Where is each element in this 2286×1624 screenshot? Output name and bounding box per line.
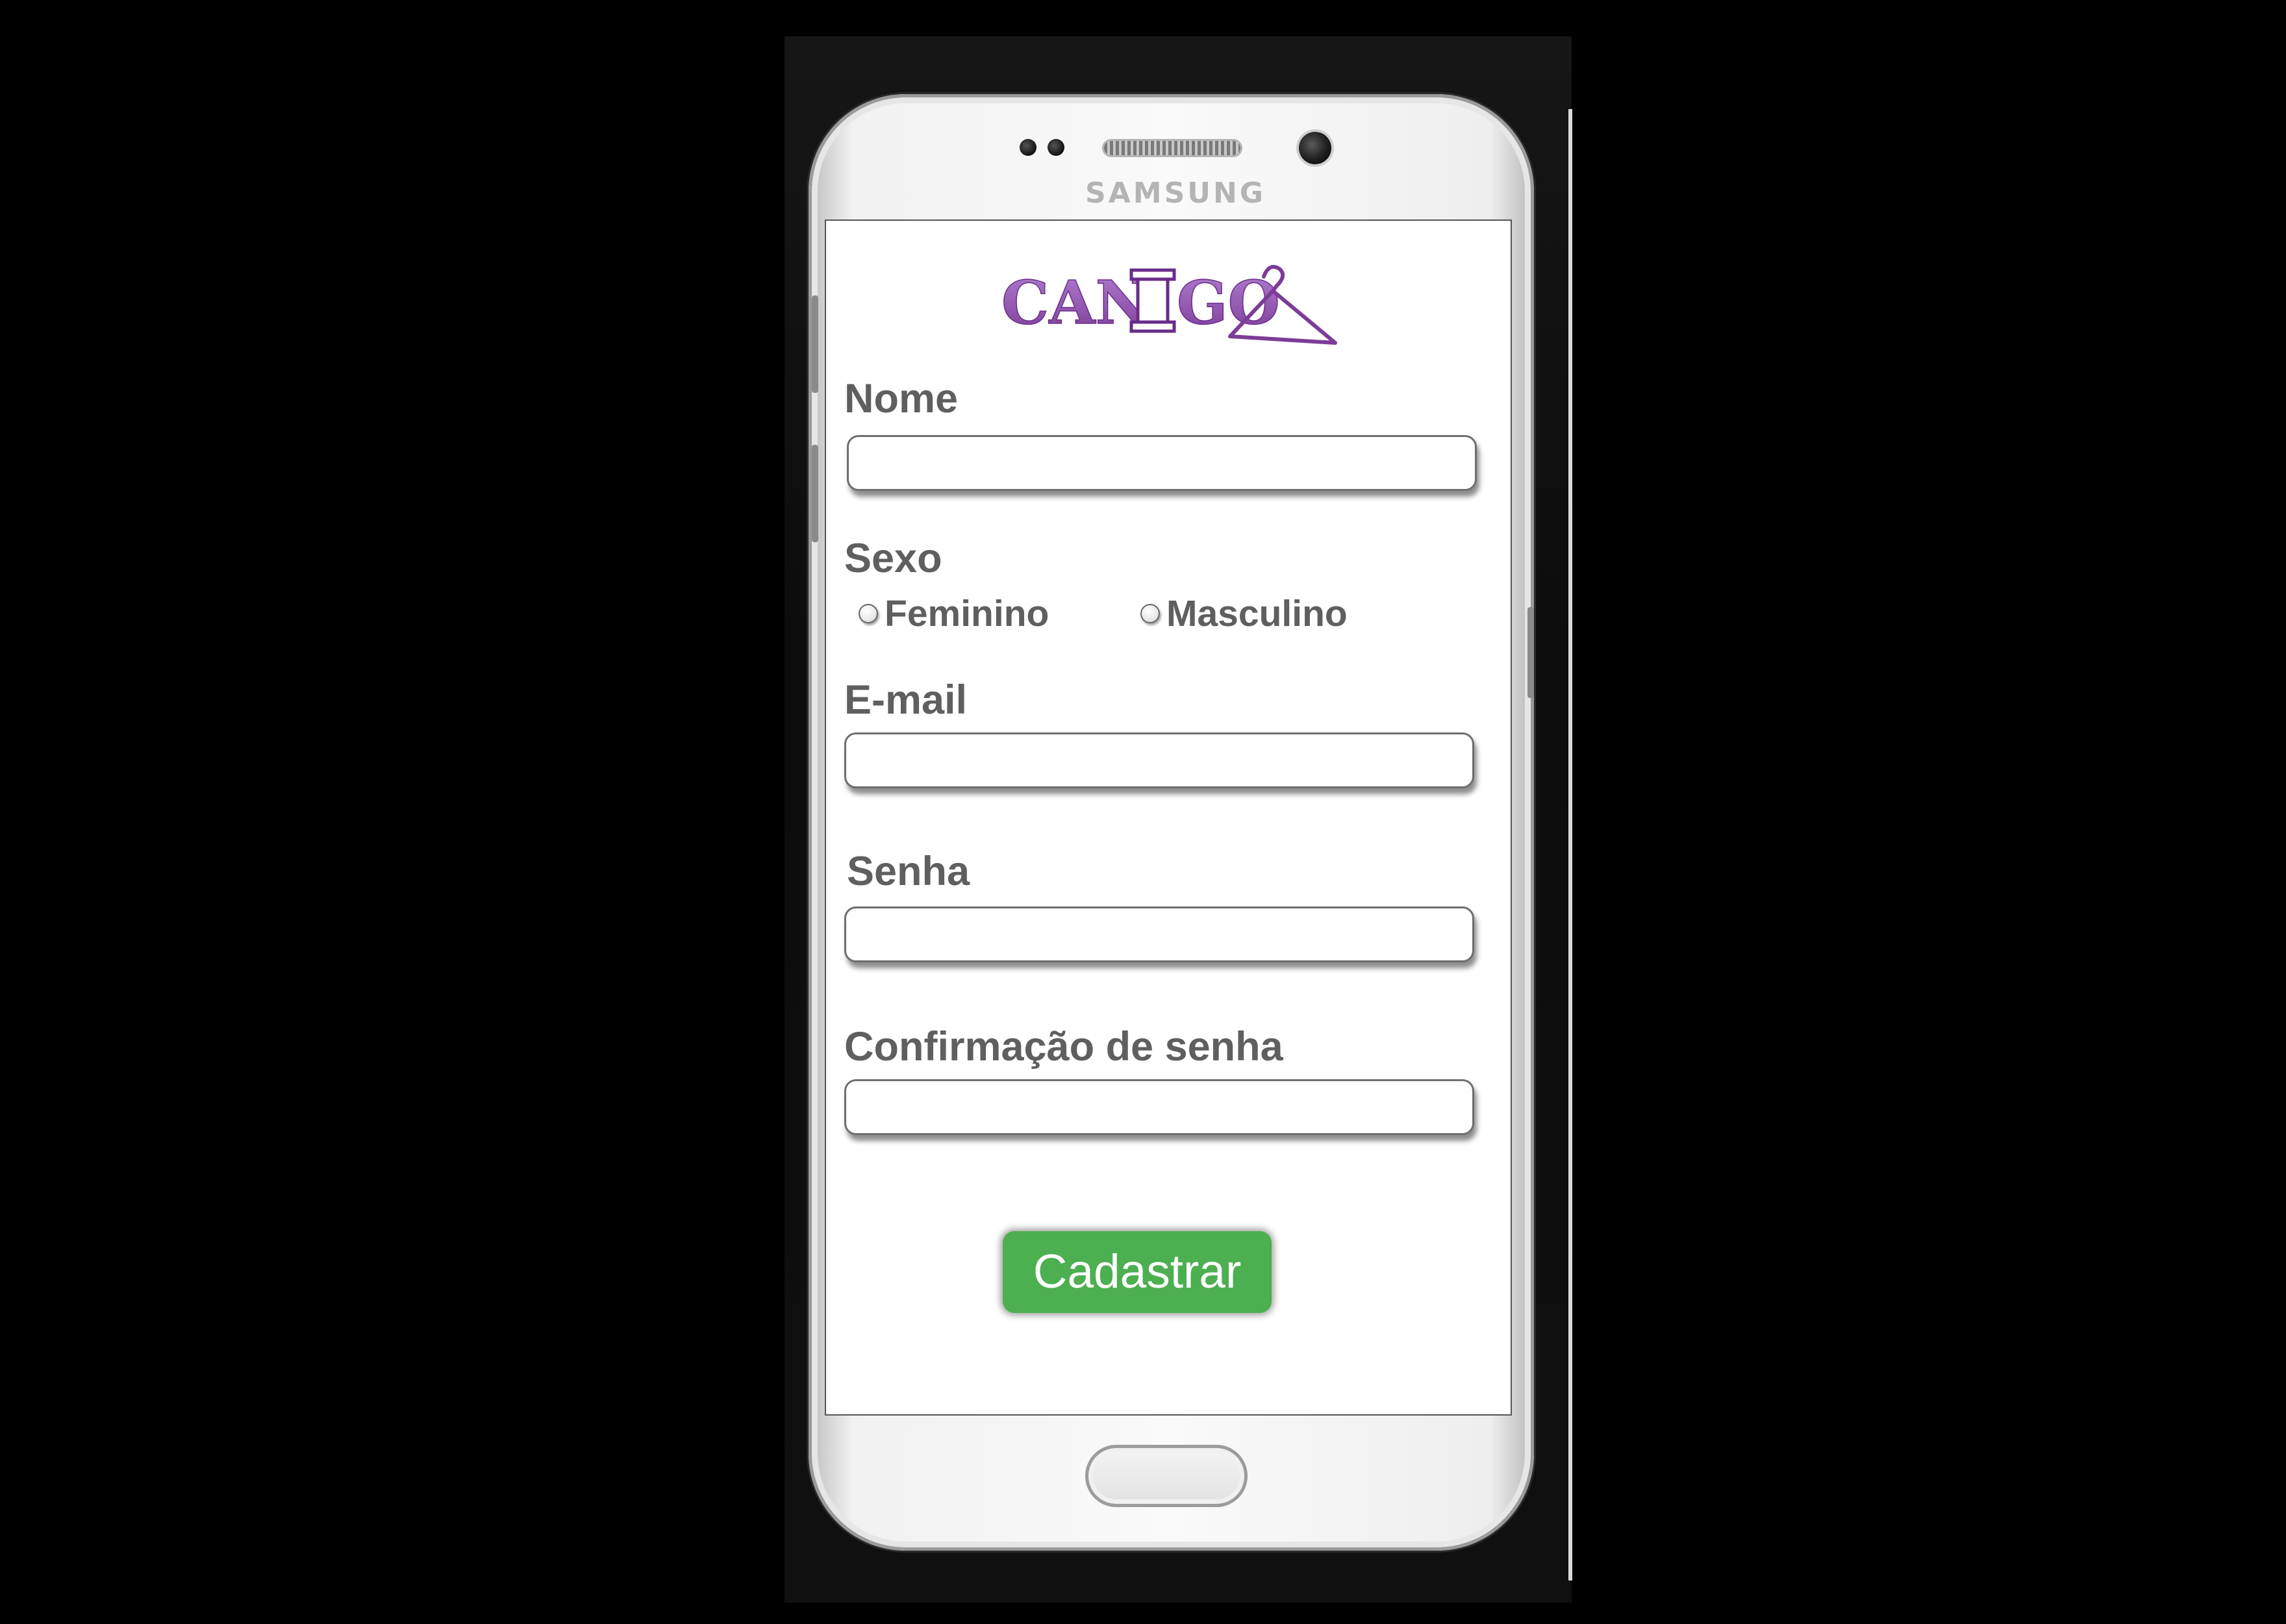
canigo-logo: CAN GO <box>1001 265 1337 345</box>
radio-unchecked-icon[interactable] <box>859 604 878 623</box>
sensor-icon <box>1020 139 1036 156</box>
password-input[interactable] <box>844 906 1474 962</box>
radio-option-masculino[interactable]: Masculino <box>1140 592 1348 635</box>
sex-label: Sexo <box>844 536 942 581</box>
front-camera-icon <box>1299 132 1331 164</box>
radio-option-feminino[interactable]: Feminino <box>859 592 1049 635</box>
phone-brand-label: SAMSUNG <box>1085 177 1266 210</box>
sensor-icon <box>1048 139 1064 156</box>
app-screen: CAN GO Nome Sexo Feminino Masculino E-ma… <box>826 221 1511 1414</box>
volume-up-button <box>812 295 818 393</box>
volume-down-button <box>812 445 818 542</box>
password-confirm-label: Confirmação de senha <box>844 1024 1283 1069</box>
svg-text:CAN: CAN <box>1001 268 1150 338</box>
background: SAMSUNG CAN GO Nome Sexo Feminino Mascul… <box>0 0 2286 1624</box>
register-button[interactable]: Cadastrar <box>1003 1231 1272 1313</box>
earpiece-speaker <box>1104 141 1240 155</box>
backdrop-edge <box>1568 109 1572 1580</box>
radio-label-feminino: Feminino <box>885 593 1049 634</box>
power-button <box>1527 607 1534 698</box>
password-label: Senha <box>847 849 970 894</box>
name-label: Nome <box>844 376 959 421</box>
password-confirm-input[interactable] <box>844 1079 1474 1135</box>
home-button[interactable] <box>1085 1445 1248 1507</box>
radio-label-masculino: Masculino <box>1166 593 1348 634</box>
radio-unchecked-icon[interactable] <box>1140 604 1160 623</box>
email-input[interactable] <box>844 732 1474 788</box>
name-input[interactable] <box>847 435 1477 491</box>
email-label: E-mail <box>844 677 968 723</box>
